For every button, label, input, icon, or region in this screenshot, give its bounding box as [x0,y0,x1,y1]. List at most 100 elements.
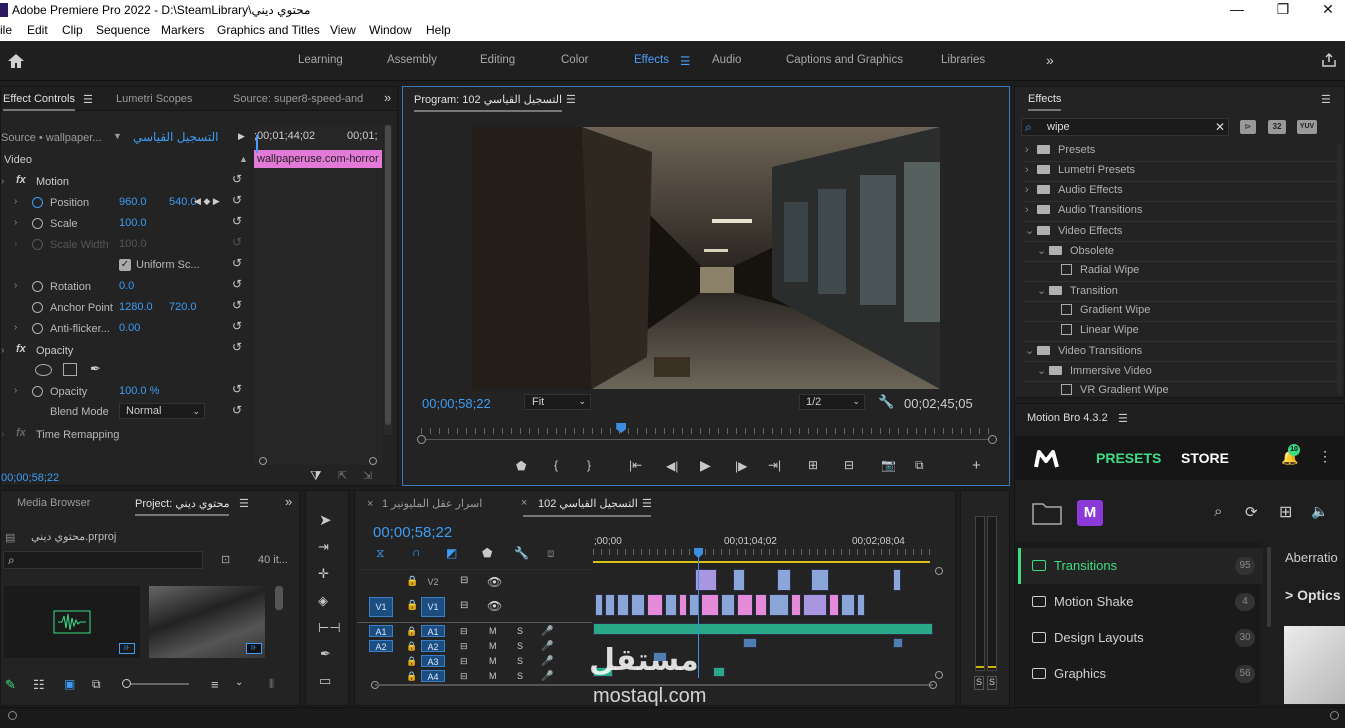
pen-tool-icon[interactable]: ✒ [320,646,331,662]
clear-search-icon[interactable]: ✕ [1215,120,1225,134]
v1-clip[interactable] [755,594,767,616]
audio-sync-icon[interactable]: ⊟ [460,671,468,682]
solo-button[interactable]: S [517,626,523,636]
effects-tree-item[interactable]: › Audio Effects [1025,184,1123,196]
menu-markers[interactable]: Markers [161,23,204,37]
a4-clip[interactable] [593,667,613,677]
v2-lock-icon[interactable]: 🔒 [406,576,418,587]
a2-clip[interactable] [743,638,757,648]
solo-button[interactable]: S [517,656,523,666]
v2-clip[interactable] [811,569,829,591]
audio-sync-icon[interactable]: ⊟ [460,641,468,652]
a4-clip[interactable] [713,667,725,677]
rotation-value[interactable]: 0.0 [119,280,134,292]
workspace-editing[interactable]: Editing [480,54,515,66]
effects-scrollbar[interactable] [1337,144,1342,394]
v2-sync-icon[interactable]: ⊟ [460,575,468,586]
v1-clip[interactable] [617,594,629,616]
effects-tree-item[interactable]: ⌄ Immersive Video [1037,364,1152,377]
track-select-tool-icon[interactable]: ⇥ [318,539,329,555]
voice-over-icon[interactable]: 🎤 [541,671,553,682]
chevron-right-icon[interactable]: › [1025,164,1037,176]
scale-width-chevron-icon[interactable]: › [14,238,17,249]
audio-sync-icon[interactable]: ⊟ [460,656,468,667]
reset-opacity-icon[interactable]: ↺ [232,383,246,395]
audio-lock-icon[interactable]: 🔒 [406,656,417,667]
icon-close-tab-2[interactable]: × [521,497,527,509]
time-remap-label[interactable]: Time Remapping [36,429,119,441]
snap-icon[interactable]: ∩ [412,545,421,559]
tab-sequence-2[interactable]: التسجيل القياسي 102 [538,497,638,510]
project-more-icon[interactable]: » [285,494,292,509]
workspace-libraries[interactable]: Libraries [941,54,985,66]
timeline-clip-area[interactable] [593,567,933,679]
v2-clip[interactable] [777,569,791,591]
sequence-label[interactable]: التسجيل القياسي [133,130,219,144]
v1-clip[interactable] [647,594,663,616]
lift-icon[interactable]: ⊞ [808,458,818,472]
audio-track-target[interactable]: A4 [421,670,445,682]
src-v1-target[interactable]: V1 [369,597,393,617]
yuv-effects-icon[interactable]: YUV [1297,120,1317,134]
v1-clip[interactable] [665,594,677,616]
reset-blend-icon[interactable]: ↺ [232,404,246,416]
audio-lock-icon[interactable]: 🔒 [406,641,417,652]
audio-lock-icon[interactable]: 🔒 [406,671,417,682]
anchor-stopwatch-icon[interactable] [32,302,43,313]
reset-scale-icon[interactable]: ↺ [232,215,246,227]
mb-category-transitions[interactable]: Transitions 95 [1018,548,1263,584]
v2-clip[interactable] [733,569,745,591]
audio-sync-icon[interactable]: ⊟ [460,626,468,637]
v1-target[interactable]: V1 [421,597,445,617]
workspace-effects-menu-icon[interactable]: ☰ [680,54,690,68]
mark-out-icon[interactable]: } [587,458,591,472]
v1-clip[interactable] [595,594,603,616]
more-vertical-icon[interactable]: ⋮ [1318,448,1332,465]
antiflicker-stopwatch-icon[interactable] [32,323,43,334]
voice-over-icon[interactable]: 🎤 [541,641,553,652]
scale-value[interactable]: 100.0 [119,217,147,229]
menu-clip[interactable]: Clip [62,23,83,37]
ec-clip-bar[interactable]: wallpaperuse.com-horror [254,150,382,168]
effects-tree-item[interactable]: ⌄ Video Transitions [1025,344,1142,357]
menu-window[interactable]: Window [369,23,412,37]
menu-graphics[interactable]: Graphics and Titles [217,23,320,37]
solo-button[interactable]: S [517,641,523,651]
go-to-out-icon[interactable]: ⇥| [768,458,781,472]
nest-icon[interactable]: ⧖ [376,546,384,561]
rectangle-mask-icon[interactable] [63,363,77,376]
chevron-down-icon[interactable]: ⌄ [1025,344,1037,357]
tab-presets[interactable]: PRESETS [1096,450,1161,466]
menu-help[interactable]: Help [426,23,451,37]
timeline-v-scroll[interactable] [935,567,943,679]
audio-track-target[interactable]: A1 [421,625,445,637]
v1-clip[interactable] [605,594,615,616]
position-x-value[interactable]: 960.0 [119,196,147,208]
list-view-icon[interactable]: ☷ [33,677,45,693]
voice-over-icon[interactable]: 🎤 [541,626,553,637]
pencil-icon[interactable]: ✎ [5,677,16,693]
workspace-audio[interactable]: Audio [712,54,741,66]
reset-motion-icon[interactable]: ↺ [232,173,246,185]
mute-button[interactable]: M [489,626,497,636]
effects-tree-item[interactable]: VR Gradient Wipe [1049,384,1169,396]
comparison-view-icon[interactable]: ⧉ [915,458,924,473]
rectangle-tool-icon[interactable]: ▭ [319,673,331,689]
effects-tree-item[interactable]: Gradient Wipe [1049,304,1150,316]
program-scrubber[interactable] [417,435,997,445]
scale-chevron-icon[interactable]: › [14,217,17,228]
solo-right-button[interactable]: S [987,676,997,690]
program-video-frame[interactable] [472,127,940,389]
rotation-chevron-icon[interactable]: › [14,280,17,291]
chevron-right-icon[interactable]: › [1025,144,1037,156]
anchor-y-value[interactable]: 720.0 [169,301,197,313]
mb-category-graphics[interactable]: Graphics 56 [1018,656,1263,692]
ellipse-mask-icon[interactable] [35,364,52,376]
position-chevron-icon[interactable]: › [14,196,17,207]
timeline-settings-icon[interactable]: 🔧 [514,546,529,560]
audio-track-target[interactable]: A2 [421,640,445,652]
effects-search-input[interactable]: ⌕ wipe ✕ [1021,118,1229,136]
src-audio-target[interactable]: A1 [369,625,393,637]
v1-clip[interactable] [803,594,827,616]
a2-clip[interactable] [893,638,903,648]
